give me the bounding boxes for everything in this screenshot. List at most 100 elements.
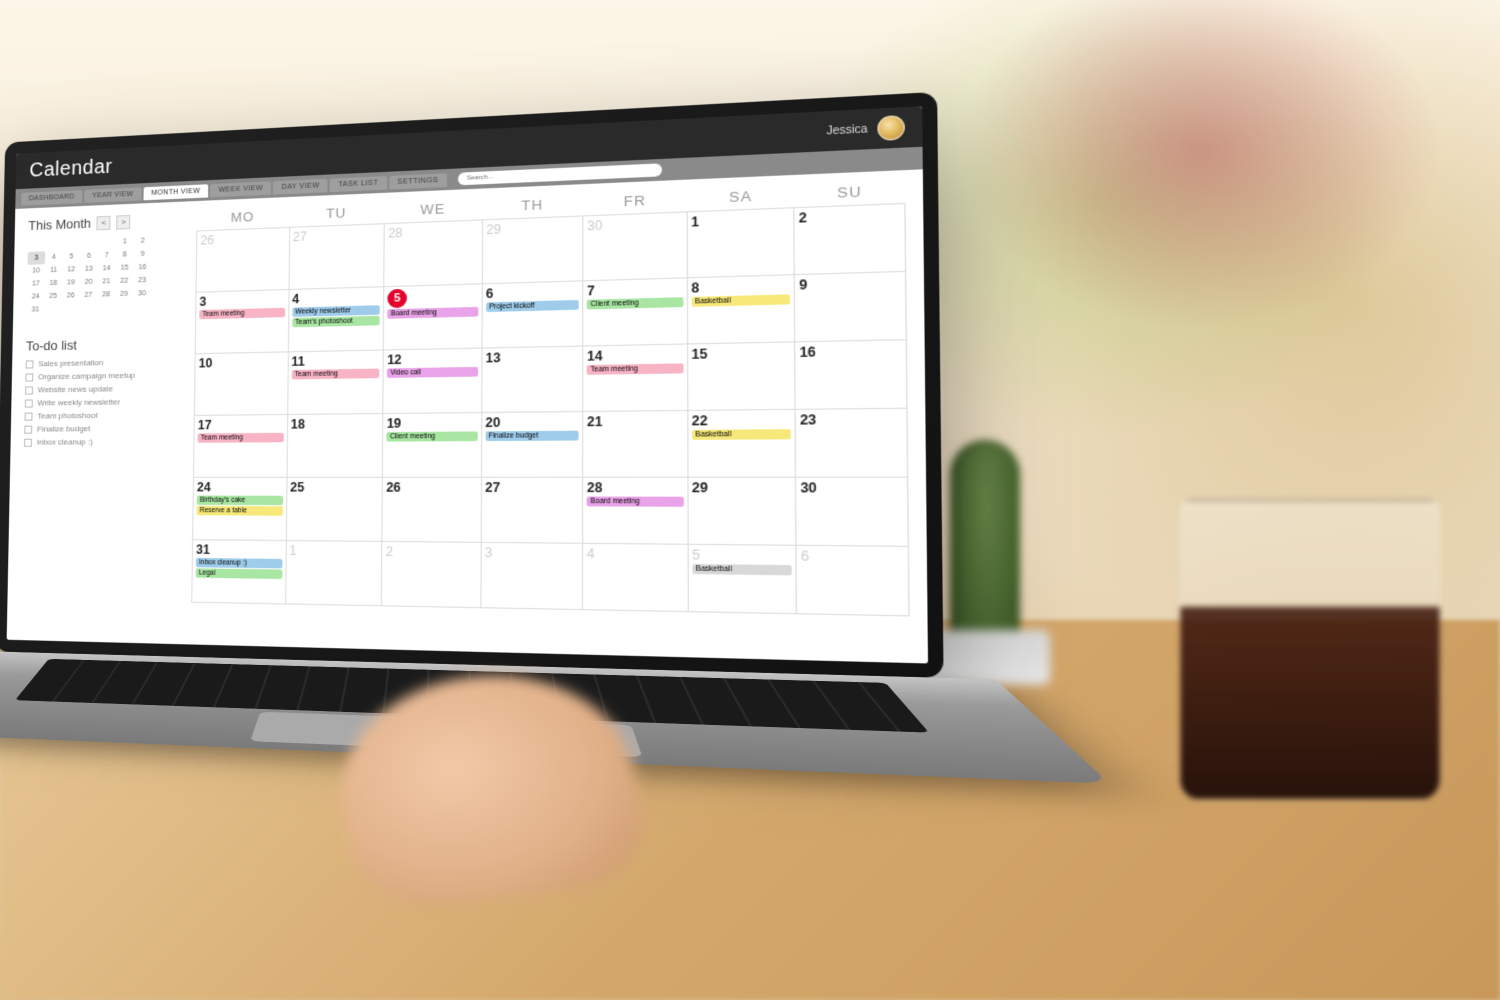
calendar-cell[interactable]: 1 [688,208,796,278]
mini-day[interactable]: 2 [134,234,152,248]
calendar-cell[interactable]: 2 [382,542,481,608]
todo-item[interactable]: Website news update [25,383,184,394]
calendar-event[interactable]: Inbox cleanup :) [196,558,282,569]
calendar-cell[interactable]: 6Project kickoff [482,281,583,348]
calendar-cell[interactable]: 17Team meeting [194,415,288,478]
calendar-cell[interactable]: 6 [797,546,910,617]
calendar-cell[interactable]: 13 [482,347,584,413]
calendar-cell[interactable]: 5Board meeting [384,284,483,350]
mini-day[interactable]: 28 [97,288,115,302]
mini-day[interactable]: 26 [62,289,80,303]
mini-day[interactable]: 15 [115,261,133,275]
calendar-event[interactable]: Basketball [691,294,790,307]
mini-day[interactable]: 30 [133,287,151,301]
calendar-cell[interactable]: 30 [797,478,909,547]
calendar-event[interactable]: Project kickoff [486,300,579,312]
mini-day[interactable]: 24 [27,290,45,303]
mini-day[interactable]: 4 [45,251,63,265]
calendar-event[interactable]: Basketball [692,429,792,440]
mini-day[interactable]: 16 [133,261,151,275]
calendar-cell[interactable]: 26 [197,228,290,293]
tab-year-view[interactable]: YEAR VIEW [84,187,141,203]
checkbox-icon[interactable] [25,412,33,420]
mini-day[interactable]: 13 [80,262,98,276]
calendar-cell[interactable]: 8Basketball [688,275,796,344]
calendar-event[interactable]: Reserve a table [197,506,283,516]
calendar-cell[interactable]: 11Team meeting [288,350,384,415]
user-name[interactable]: Jessica [826,123,867,137]
calendar-cell[interactable]: 29 [688,478,797,546]
mini-day[interactable]: 7 [98,249,116,263]
calendar-cell[interactable]: 19Client meeting [383,413,482,478]
calendar-cell[interactable]: 23 [796,409,908,478]
calendar-event[interactable]: Basketball [692,564,792,575]
mini-day[interactable]: 31 [27,303,45,316]
mini-day[interactable]: 22 [115,274,133,288]
calendar-event[interactable]: Video call [387,367,478,378]
mini-day[interactable]: 11 [45,264,63,278]
calendar-cell[interactable]: 24Birthday's cakeReserve a table [193,478,287,541]
mini-day[interactable]: 14 [98,262,116,276]
mini-day[interactable]: 20 [80,276,98,290]
tab-week-view[interactable]: WEEK VIEW [210,181,271,197]
calendar-cell[interactable]: 27 [289,224,385,290]
checkbox-icon[interactable] [25,373,33,381]
calendar-cell[interactable]: 15 [688,342,796,411]
mini-day[interactable]: 29 [115,287,133,301]
calendar-event[interactable]: Birthday's cake [197,496,283,506]
calendar-cell[interactable]: 14Team meeting [584,345,689,413]
prev-month-button[interactable]: < [97,215,111,230]
checkbox-icon[interactable] [26,360,34,368]
calendar-cell[interactable]: 4Weekly newsletterTeam's photoshoot [288,287,384,352]
todo-item[interactable]: Inbox cleanup :) [24,437,183,447]
mini-day[interactable]: 18 [45,277,63,291]
todo-item[interactable]: Finalize budget [24,423,183,433]
calendar-cell[interactable]: 20Finalize budget [482,412,584,478]
calendar-event[interactable]: Team meeting [199,308,284,319]
mini-day[interactable]: 1 [116,235,134,249]
checkbox-icon[interactable] [25,386,33,394]
mini-day[interactable]: 8 [116,248,134,262]
todo-item[interactable]: Team photoshoot [25,410,184,421]
mini-day[interactable]: 19 [62,276,80,290]
calendar-event[interactable]: Finalize budget [485,431,579,441]
calendar-event[interactable]: Board meeting [587,496,684,506]
tab-dashboard[interactable]: DASHBOARD [21,190,82,206]
tab-task-list[interactable]: TASK LIST [330,175,387,191]
calendar-cell[interactable]: 31Inbox cleanup :)Legal [192,540,286,604]
tab-month-view[interactable]: MONTH VIEW [143,184,208,200]
checkbox-icon[interactable] [25,399,33,407]
calendar-cell[interactable]: 28 [384,220,482,287]
calendar-cell[interactable]: 29 [483,216,584,284]
calendar-event[interactable]: Team meeting [587,363,683,374]
mini-day[interactable]: 12 [62,263,80,277]
calendar-cell[interactable]: 16 [796,340,908,410]
mini-day[interactable]: 27 [79,289,97,303]
calendar-cell[interactable]: 18 [287,414,383,478]
mini-calendar[interactable]: 1234567891011121314151617181920212223242… [27,233,187,317]
avatar[interactable] [877,115,905,141]
calendar-cell[interactable]: 7Client meeting [584,278,688,346]
calendar-cell[interactable]: 21 [583,411,688,478]
checkbox-icon[interactable] [24,425,32,433]
calendar-cell[interactable]: 27 [481,478,583,544]
tab-settings[interactable]: SETTINGS [389,173,447,189]
calendar-cell[interactable]: 3 [481,543,583,610]
calendar-cell[interactable]: 30 [584,212,688,281]
calendar-cell[interactable]: 28Board meeting [583,478,688,545]
calendar-event[interactable]: Legal [196,568,282,579]
todo-item[interactable]: Write weekly newsletter [25,397,184,408]
mini-day[interactable]: 3 [28,251,46,265]
calendar-event[interactable]: Team meeting [198,433,284,443]
mini-day[interactable]: 17 [27,277,45,290]
calendar-cell[interactable]: 12Video call [383,349,482,414]
next-month-button[interactable]: > [116,214,130,229]
calendar-event[interactable]: Client meeting [387,431,478,441]
mini-day[interactable]: 10 [27,264,45,278]
mini-day[interactable]: 5 [63,250,81,264]
calendar-event[interactable]: Team meeting [291,369,379,380]
mini-day[interactable]: 23 [133,274,151,288]
calendar-cell[interactable]: 10 [195,352,289,416]
mini-day[interactable]: 9 [134,247,152,261]
calendar-cell[interactable]: 5Basketball [689,545,798,614]
